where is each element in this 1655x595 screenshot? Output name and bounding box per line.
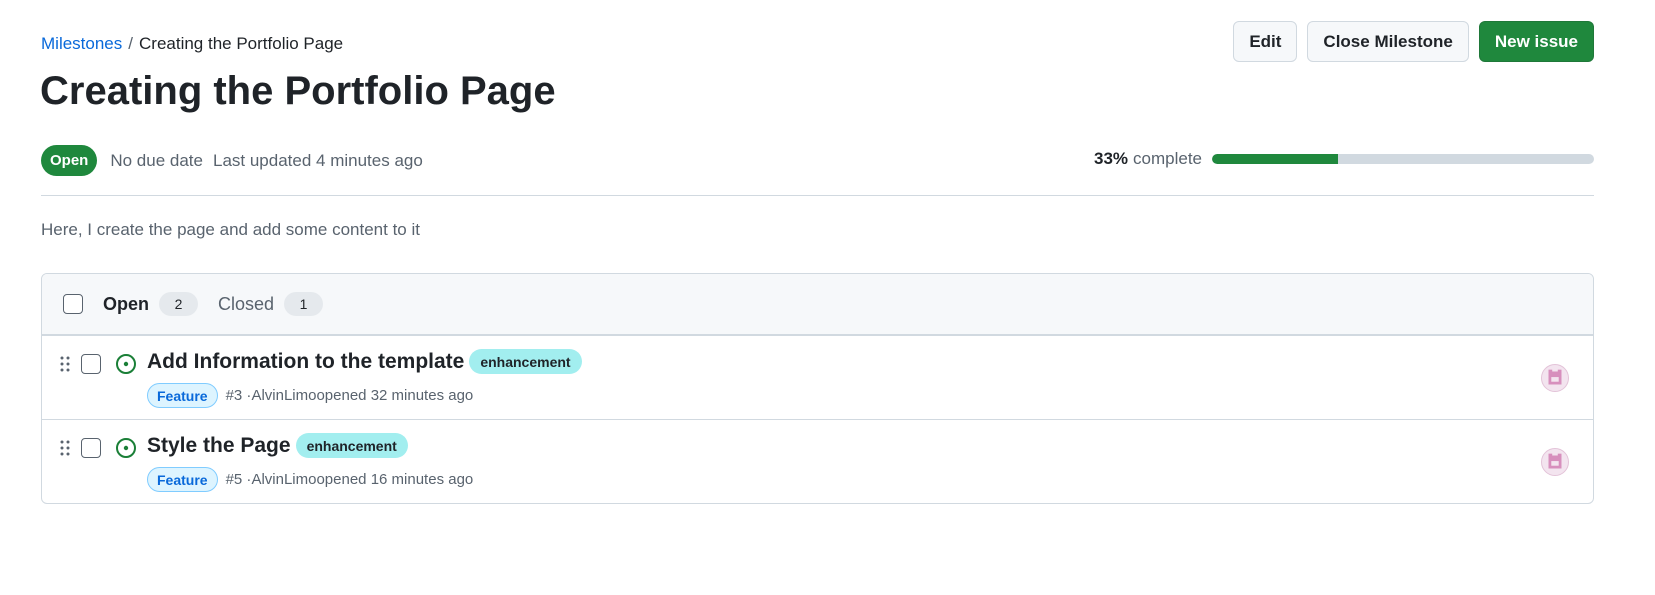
tab-closed-label: Closed [218, 293, 275, 314]
progress-suffix: complete [1133, 149, 1202, 168]
label-enhancement[interactable]: enhancement [469, 349, 582, 374]
issue-row[interactable]: Add Information to the template enhancem… [42, 335, 1593, 419]
select-all-checkbox[interactable] [63, 294, 83, 314]
progress-summary: 33% complete [1094, 149, 1594, 169]
issue-title-link[interactable]: Add Information to the template [147, 350, 464, 374]
breadcrumb: Milestones / Creating the Portfolio Page [41, 33, 343, 55]
issue-opened-time: opened 32 minutes ago [316, 387, 474, 404]
last-updated: Last updated 4 minutes ago [212, 150, 423, 170]
milestone-actions: Edit Close Milestone New issue [1233, 21, 1594, 62]
milestone-description: Here, I create the page and add some con… [41, 220, 420, 239]
drag-handle-icon[interactable] [60, 440, 70, 456]
issue-type-feature[interactable]: Feature [147, 467, 218, 492]
issue-opened-icon [116, 438, 136, 458]
issue-author-link[interactable]: AlvinLimo [251, 471, 316, 488]
issue-meta: Feature #3 · AlvinLimo opened 32 minutes… [147, 383, 473, 408]
breadcrumb-current: Creating the Portfolio Page [139, 34, 344, 53]
edit-button[interactable]: Edit [1233, 21, 1298, 62]
issue-list-header: Open 2 Closed 1 [42, 274, 1593, 335]
tab-open[interactable]: Open 2 [103, 292, 199, 316]
issue-opened-icon [116, 354, 136, 374]
breadcrumb-separator: / [128, 34, 133, 53]
breadcrumb-milestones-link[interactable]: Milestones [41, 34, 122, 53]
page-title: Creating the Portfolio Page [40, 69, 556, 113]
avatar-icon[interactable] [1541, 364, 1569, 392]
tab-closed[interactable]: Closed 1 [218, 292, 324, 316]
milestone-meta: Open No due date Last updated 4 minutes … [41, 145, 423, 176]
due-date: No due date [110, 150, 203, 170]
issue-type-feature[interactable]: Feature [147, 383, 218, 408]
tab-open-count: 2 [159, 292, 199, 316]
divider [41, 195, 1594, 196]
drag-handle-icon[interactable] [60, 356, 70, 372]
progress-percent: 33% [1093, 149, 1129, 168]
issue-row[interactable]: Style the Page enhancement Feature #5 · … [42, 419, 1593, 503]
milestone-page: Milestones / Creating the Portfolio Page C… [0, 0, 1655, 595]
tab-closed-count: 1 [284, 292, 324, 316]
new-issue-button[interactable]: New issue [1478, 21, 1594, 62]
close-milestone-button[interactable]: Close Milestone [1307, 21, 1469, 62]
issue-title-line: Add Information to the template enhancem… [147, 349, 582, 374]
issue-number: #3 · [225, 387, 252, 404]
issue-title-link[interactable]: Style the Page [147, 434, 291, 458]
issue-author-link[interactable]: AlvinLimo [251, 387, 316, 404]
status-badge: Open [41, 145, 98, 176]
issue-number: #5 · [225, 471, 252, 488]
issue-checkbox[interactable] [81, 354, 101, 374]
issue-list: Open 2 Closed 1 Add Information to the t… [41, 273, 1594, 504]
issue-opened-time: opened 16 minutes ago [316, 471, 474, 488]
tab-open-label: Open [103, 293, 150, 314]
avatar-icon[interactable] [1541, 448, 1569, 476]
progress-bar [1212, 154, 1594, 164]
issue-title-line: Style the Page enhancement [147, 433, 408, 458]
issue-meta: Feature #5 · AlvinLimo opened 16 minutes… [147, 467, 473, 492]
label-enhancement[interactable]: enhancement [295, 433, 408, 458]
issue-checkbox[interactable] [81, 438, 101, 458]
progress-bar-fill [1212, 154, 1339, 164]
